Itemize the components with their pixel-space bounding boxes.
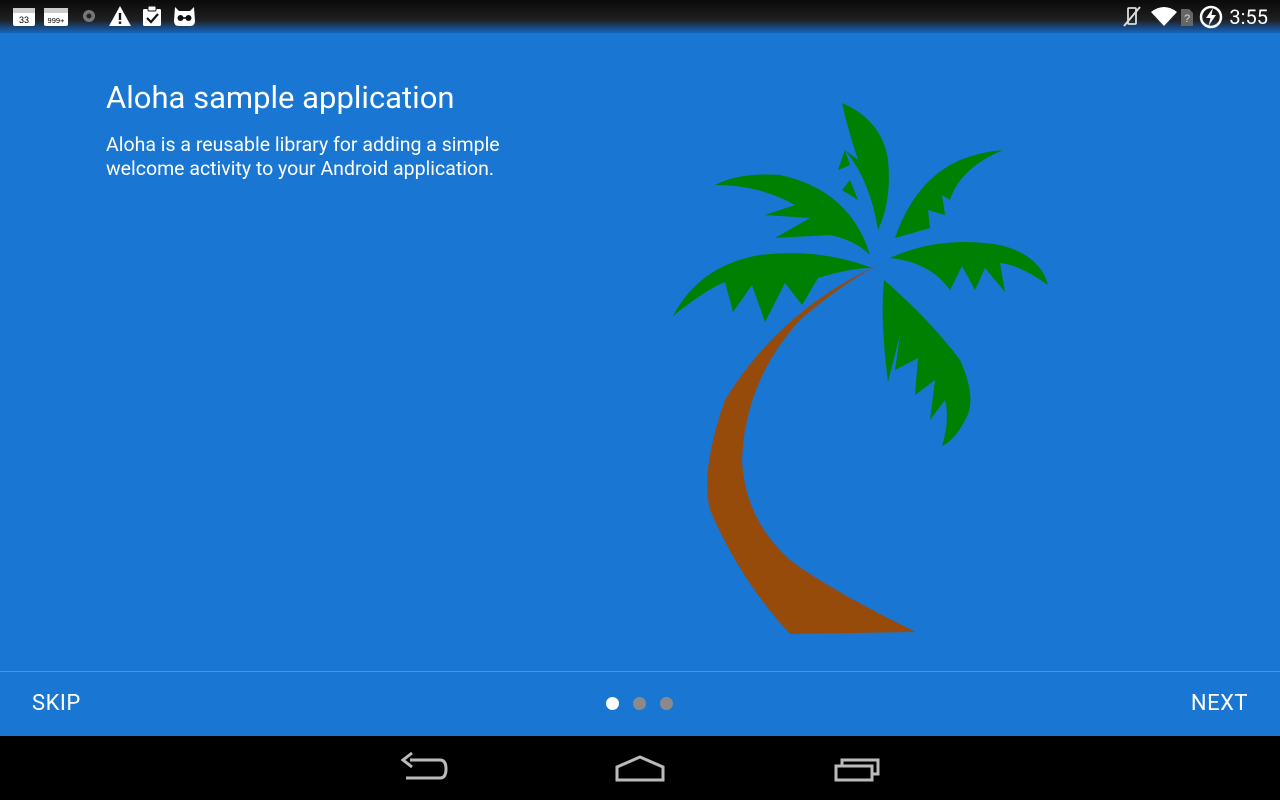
calendar-badge: 33 xyxy=(19,15,29,25)
skip-button[interactable]: SKIP xyxy=(0,672,113,736)
back-icon[interactable] xyxy=(398,750,450,786)
pager-bar: SKIP NEXT xyxy=(0,672,1280,736)
status-bar: 33 999+ ? 3:55 xyxy=(0,0,1280,33)
vibrate-off-icon xyxy=(1123,6,1141,27)
recents-icon[interactable] xyxy=(830,750,886,786)
wifi-icon xyxy=(1151,7,1177,26)
battery-charging-icon xyxy=(1199,5,1223,29)
home-icon[interactable] xyxy=(612,750,668,786)
warning-icon xyxy=(109,6,131,26)
counter-badge: 999+ xyxy=(48,16,66,25)
next-button[interactable]: NEXT xyxy=(1159,672,1280,736)
counter-icon: 999+ xyxy=(44,8,68,26)
clipboard-check-icon xyxy=(143,5,161,26)
welcome-description: Aloha is a reusable library for adding a… xyxy=(106,133,500,180)
system-navigation-bar xyxy=(0,736,1280,800)
gear-icon xyxy=(83,10,95,22)
page-dot-3 xyxy=(660,697,673,710)
page-dot-2 xyxy=(633,697,646,710)
sim-unknown-icon: ? xyxy=(1181,9,1193,26)
svg-text:?: ? xyxy=(1184,13,1190,25)
cyanogen-mascot-icon xyxy=(174,7,195,26)
welcome-title: Aloha sample application xyxy=(106,79,455,116)
page-dot-1 xyxy=(606,697,619,710)
calendar-icon: 33 xyxy=(13,8,35,26)
palm-tree-icon xyxy=(673,103,1048,634)
status-time: 3:55 xyxy=(1229,5,1268,29)
